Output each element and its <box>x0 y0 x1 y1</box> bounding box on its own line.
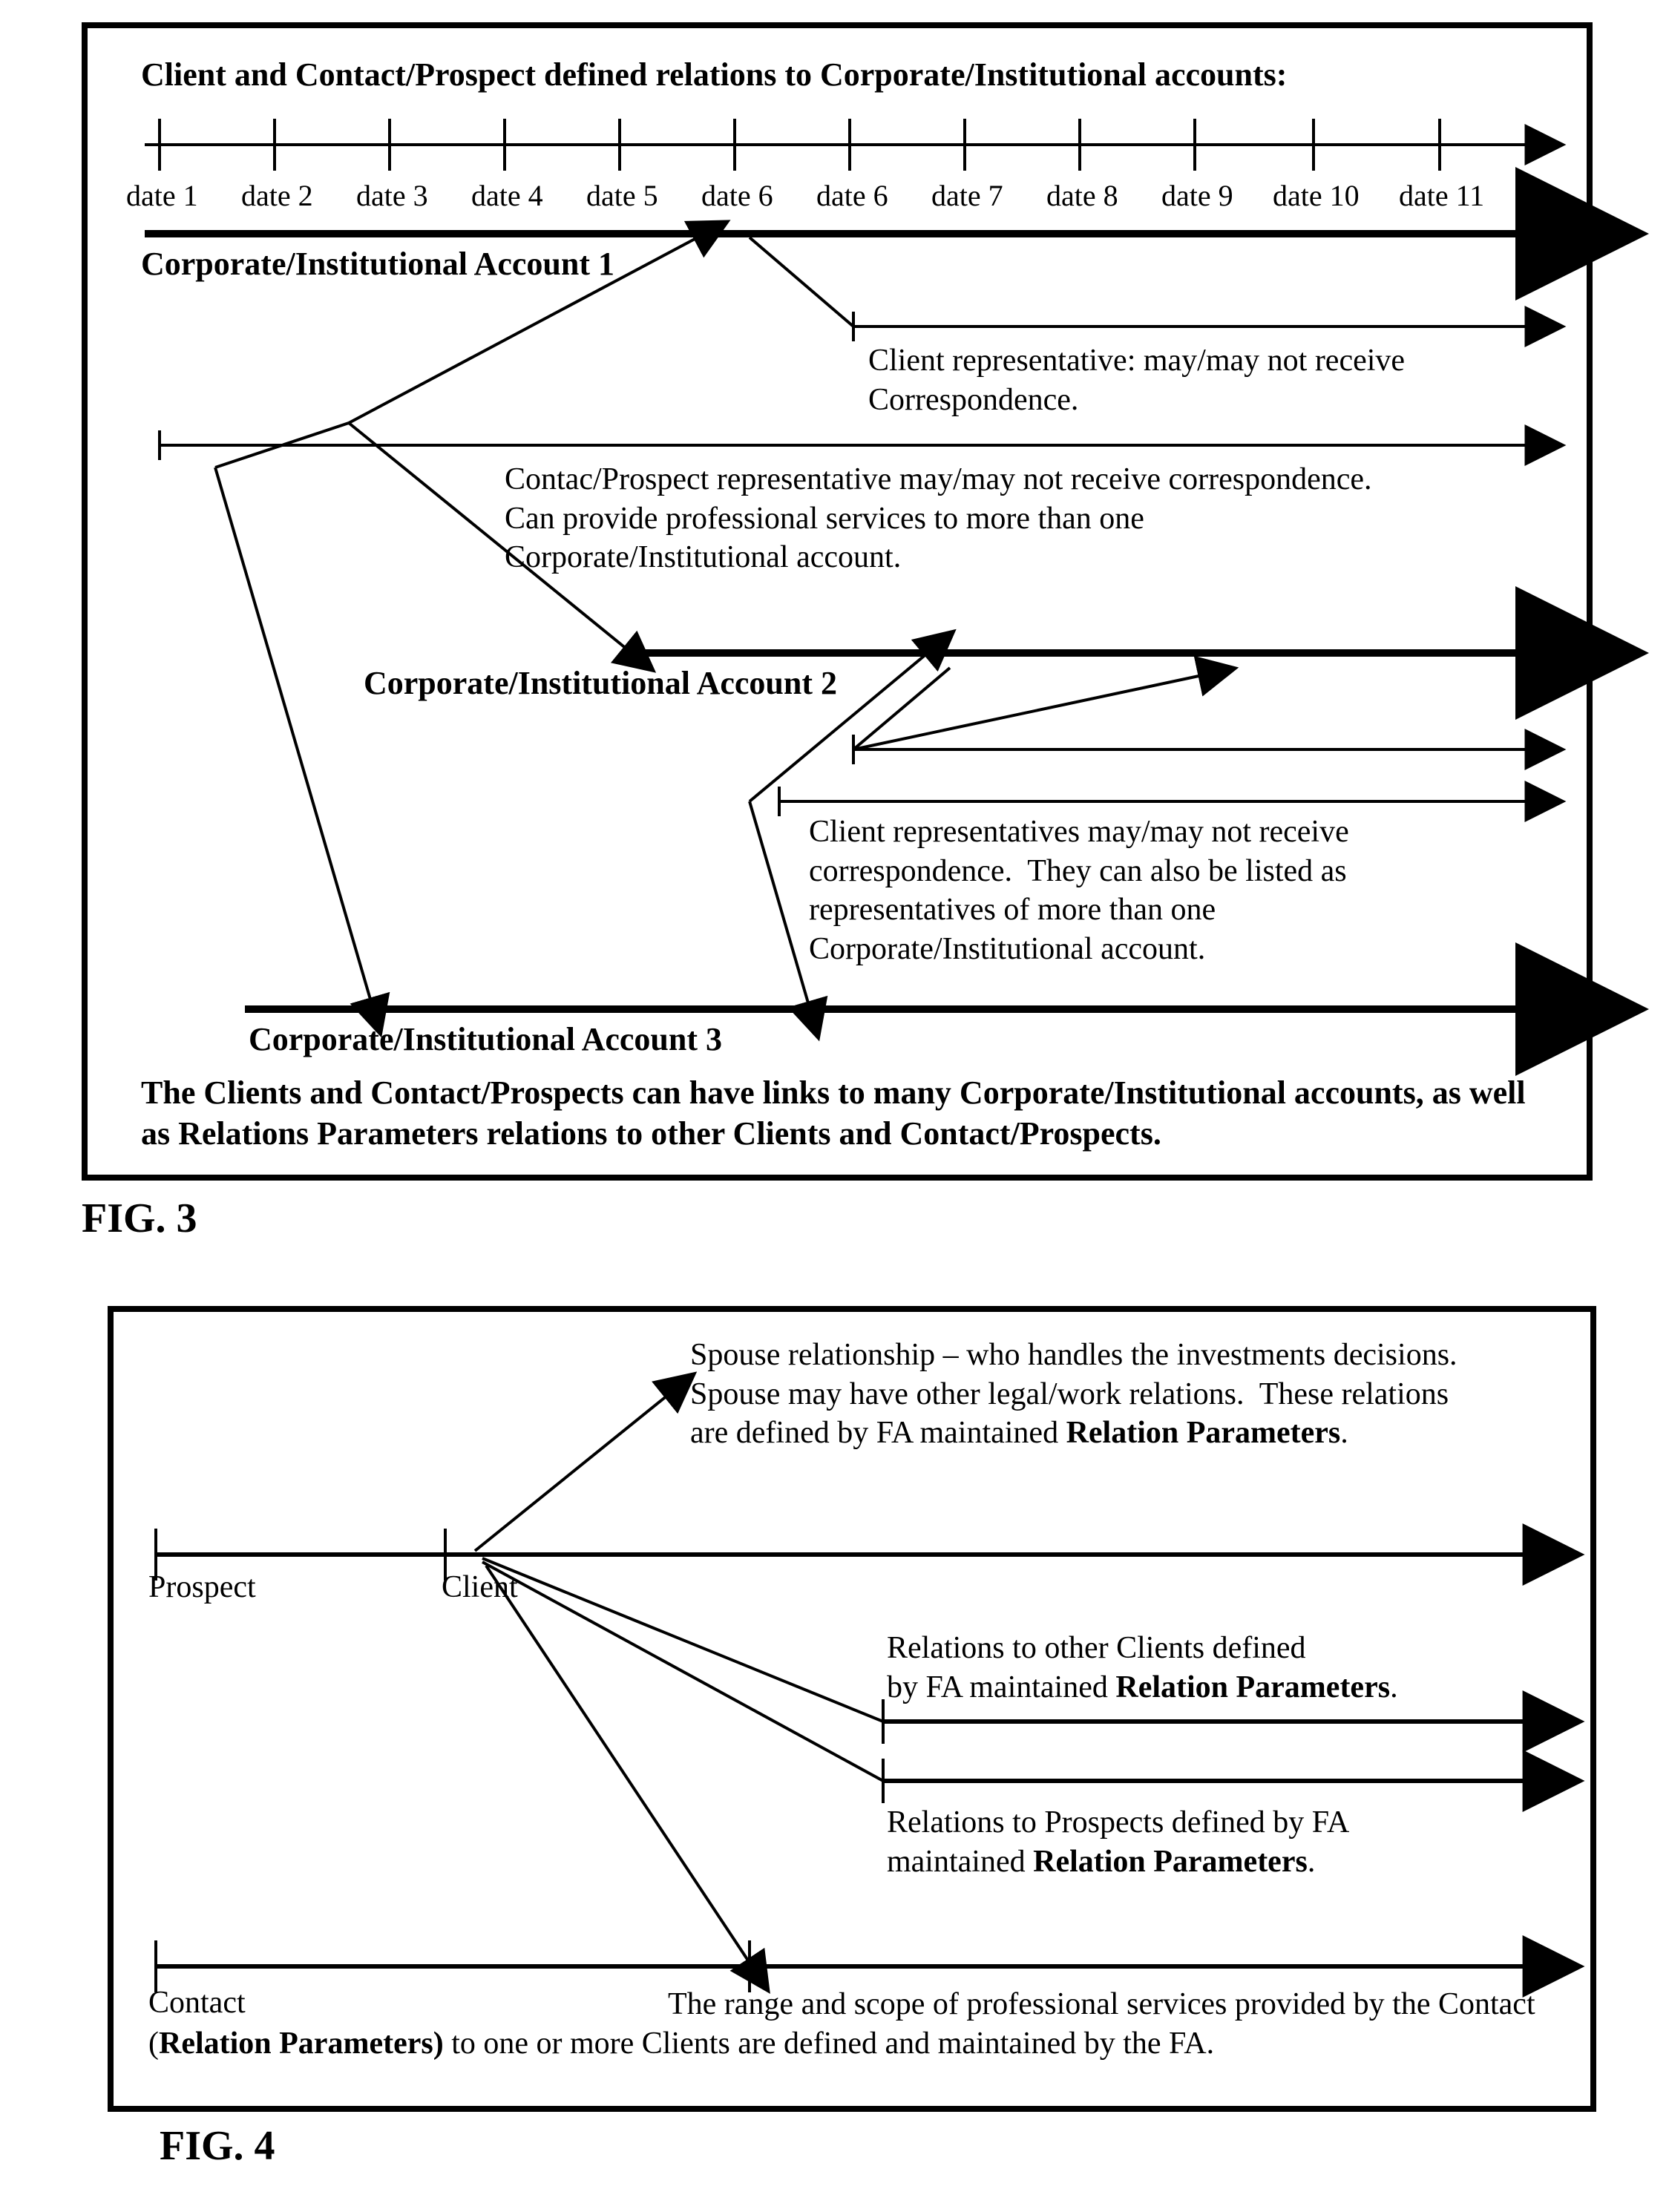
page: Client and Contact/Prospect defined rela… <box>0 0 1669 2212</box>
fig4-caption: FIG. 4 <box>160 2122 275 2170</box>
fig4-clients-note: Relations to other Clients defined by FA… <box>887 1629 1562 1707</box>
fig4-spouse-note: Spouse relationship – who handles the in… <box>690 1336 1566 1453</box>
text-bold: Relation Parameters) <box>159 2026 444 2061</box>
text: . <box>1390 1670 1398 1704</box>
text: . <box>1308 1845 1316 1879</box>
text-bold: Relation Parameters <box>1066 1416 1341 1450</box>
fig4-prospects-note: Relations to Prospects defined by FA mai… <box>887 1803 1562 1881</box>
text: to one or more Clients are defined and m… <box>444 2026 1214 2061</box>
fig4-contact-note: The range and scope of professional serv… <box>148 1985 1558 2063</box>
text-bold: Relation Parameters <box>1115 1670 1390 1704</box>
text-bold: Relation Parameters <box>1033 1845 1308 1879</box>
client-label: Client <box>442 1569 518 1605</box>
prospect-label: Prospect <box>148 1569 256 1605</box>
text: . <box>1340 1416 1348 1450</box>
